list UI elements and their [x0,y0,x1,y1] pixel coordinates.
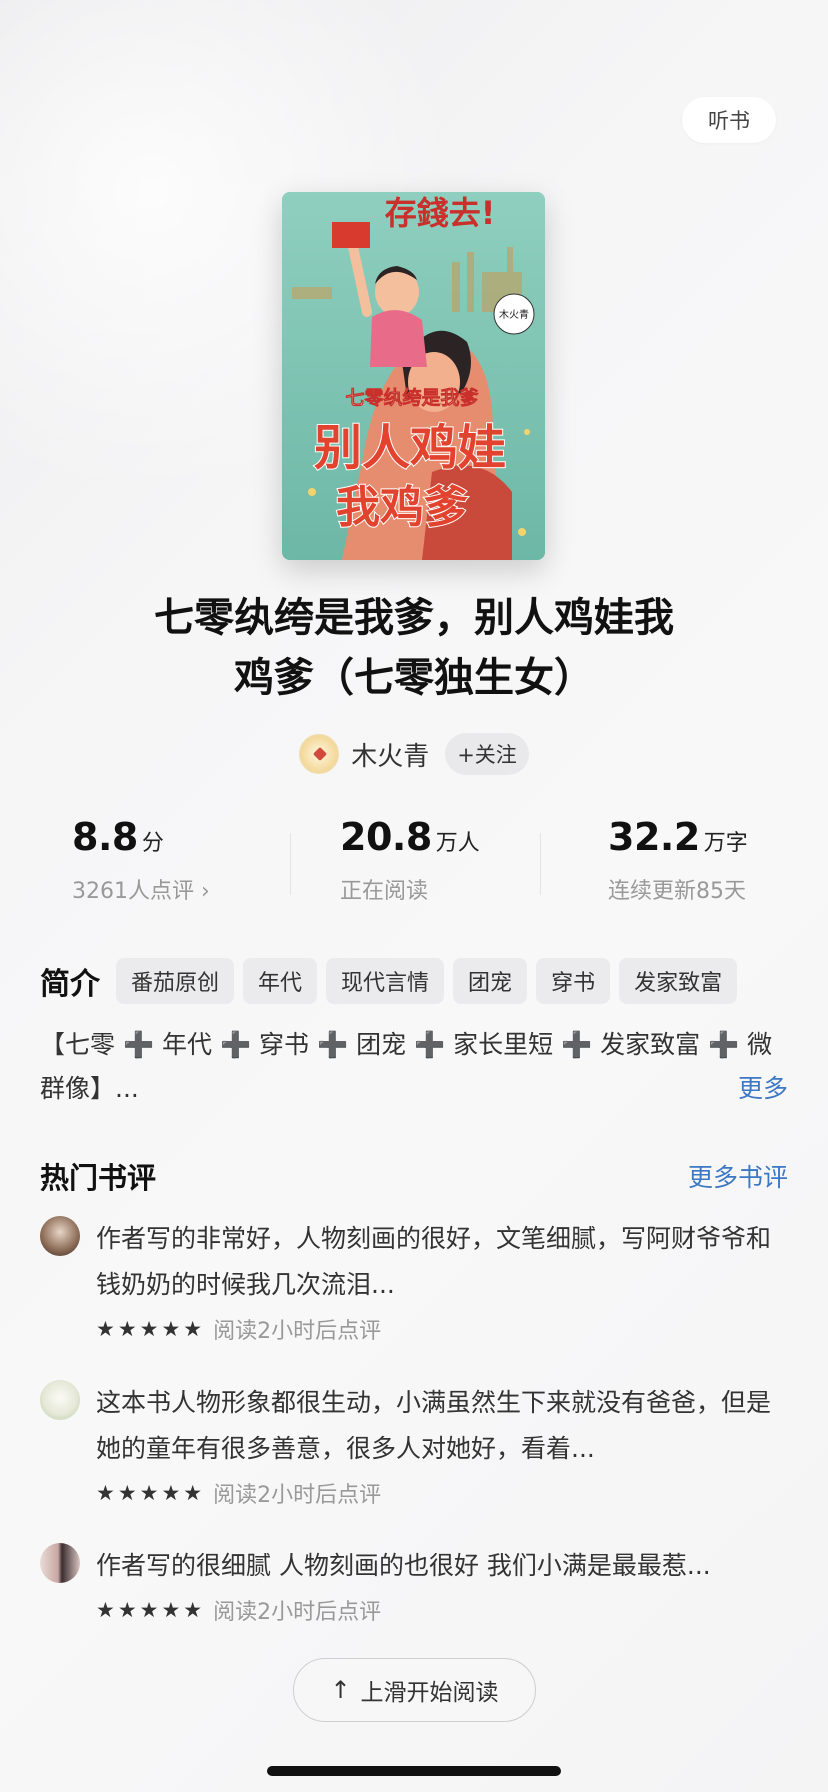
reviewer-avatar[interactable] [40,1216,80,1256]
reviewer-avatar[interactable] [40,1543,80,1583]
cover-top-text: 存錢去! [385,194,496,232]
review-meta: ★★★★★ 阅读2小时后点评 [96,1476,788,1510]
tag-item[interactable]: 团宠 [453,958,528,1004]
review-meta: ★★★★★ 阅读2小时后点评 [96,1312,788,1346]
author-avatar[interactable] [299,734,340,774]
rating-unit: 分 [141,831,164,856]
book-cover-art: 存錢去! 木火青 七零纨绔是我爹 别人鸡娃 我鸡爹 [282,192,545,560]
intro-more-link[interactable]: 更多 [738,1067,788,1111]
reviewer-avatar[interactable] [40,1380,80,1420]
intro-tags-row: 简介 番茄原创 年代 现代言情 团宠 穿书 发家致富 [40,958,790,1004]
readers-label: 正在阅读 [340,879,429,904]
intro-label: 简介 [40,967,100,1002]
words-unit: 万字 [703,831,748,856]
stats-row: 8.8 分 3261人点评 › 20.8 万人 正在阅读 32.2 万字 连续更新85… [0,815,828,915]
home-indicator[interactable] [267,1766,561,1776]
stat-divider [540,833,541,895]
tag-item[interactable]: 穿书 [536,958,611,1004]
review-item[interactable]: 这本书人物形象都很生动，小满虽然生下来就没有爸爸，但是她的童年有很多善意，很多人… [40,1380,788,1510]
review-text: 这本书人物形象都很生动，小满虽然生下来就没有爸爸，但是她的童年有很多善意，很多人… [96,1388,772,1463]
reviews-title: 热门书评 [40,1161,157,1195]
rating-stars-icon: ★★★★★ [96,1598,206,1622]
reviews-header: 热门书评 更多书评 [40,1155,788,1197]
tag-item[interactable]: 发家致富 [619,958,738,1004]
author-name[interactable]: 木火青 [351,736,429,773]
tag-item[interactable]: 年代 [243,958,318,1004]
book-title-line1: 七零纨绔是我爹，别人鸡娃我 [154,595,674,641]
book-title: 七零纨绔是我爹，别人鸡娃我 鸡爹（七零独生女） [60,588,768,708]
book-title-line2: 鸡爹（七零独生女） [234,655,594,701]
more-reviews-link[interactable]: 更多书评 [688,1158,788,1194]
stat-rating[interactable]: 8.8 分 3261人点评 › [72,815,210,905]
book-detail-page: 听书 存錢去! 木火青 七零纨绔是我爹 别人鸡娃 我鸡爹 七零纨绔是我爹，别人鸡… [0,0,828,1792]
readers-value: 20.8 [340,815,432,859]
follow-button[interactable]: +关注 [445,733,529,775]
author-row: 木火青 +关注 [0,733,828,775]
stat-words: 32.2 万字 连续更新85天 [608,815,748,905]
review-item[interactable]: 作者写的很细腻 人物刻画的也很好 我们小满是最最惹... ★★★★★ 阅读2小时… [40,1543,788,1627]
arrow-up-icon: ↑ [330,1676,351,1704]
tag-item[interactable]: 番茄原创 [116,958,235,1004]
cover-subtitle: 七零纨绔是我爹 [345,386,479,409]
cover-author-badge: 木火青 [499,308,529,321]
start-reading-button[interactable]: ↑ 上滑开始阅读 [293,1658,536,1722]
review-text: 作者写的非常好，人物刻画的很好，文笔细腻，写阿财爷爷和钱奶奶的时候我几次流泪..… [96,1224,772,1299]
review-meta-text: 阅读2小时后点评 [213,1600,382,1625]
review-meta: ★★★★★ 阅读2小时后点评 [96,1593,788,1627]
rating-value: 8.8 [72,815,138,859]
intro-text-line2: 群像】... [40,1074,139,1103]
start-reading-label: 上滑开始阅读 [360,1680,499,1706]
stat-readers: 20.8 万人 正在阅读 [340,815,480,905]
words-value: 32.2 [608,815,700,859]
rating-stars-icon: ★★★★★ [96,1317,206,1341]
update-days-label: 连续更新85天 [608,879,746,904]
review-meta-text: 阅读2小时后点评 [213,1319,382,1344]
book-cover[interactable]: 存錢去! 木火青 七零纨绔是我爹 别人鸡娃 我鸡爹 [282,192,545,560]
intro-text[interactable]: 【七零 ➕ 年代 ➕ 穿书 ➕ 团宠 ➕ 家长里短 ➕ 发家致富 ➕ 微 群像】… [40,1023,790,1111]
review-text: 作者写的很细腻 人物刻画的也很好 我们小满是最最惹... [96,1551,711,1580]
listen-button[interactable]: 听书 [682,97,776,143]
rating-count-link[interactable]: 3261人点评 › [72,873,210,905]
review-item[interactable]: 作者写的非常好，人物刻画的很好，文笔细腻，写阿财爷爷和钱奶奶的时候我几次流泪..… [40,1216,788,1346]
readers-unit: 万人 [435,831,480,856]
stat-divider [290,833,291,895]
rating-stars-icon: ★★★★★ [96,1481,206,1505]
cover-title-line2: 我鸡爹 [336,482,468,533]
review-meta-text: 阅读2小时后点评 [213,1483,382,1508]
tag-item[interactable]: 现代言情 [326,958,445,1004]
intro-text-line1: 【七零 ➕ 年代 ➕ 穿书 ➕ 团宠 ➕ 家长里短 ➕ 发家致富 ➕ 微 [40,1030,773,1059]
cover-title-line1: 别人鸡娃 [314,420,506,476]
